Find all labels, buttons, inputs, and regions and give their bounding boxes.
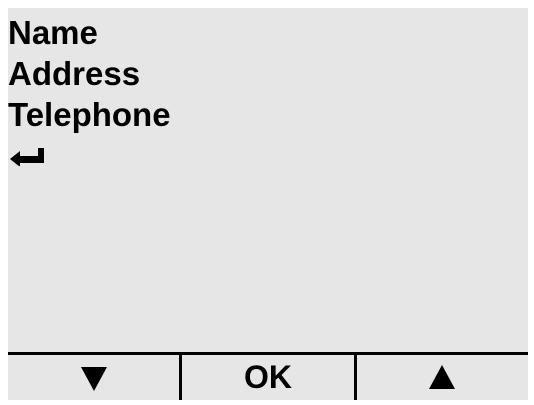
down-button[interactable] bbox=[8, 355, 179, 400]
menu-item-address[interactable]: Address bbox=[8, 53, 171, 94]
ok-button[interactable]: OK bbox=[179, 355, 353, 400]
up-triangle-icon bbox=[429, 364, 456, 389]
lcd-screen: Name Address Telephone OK bbox=[8, 8, 528, 400]
menu-list: Name Address Telephone bbox=[8, 12, 171, 135]
ok-label: OK bbox=[243, 359, 292, 395]
softkey-bar: OK bbox=[8, 352, 528, 400]
down-triangle-icon bbox=[80, 366, 107, 391]
menu-item-telephone[interactable]: Telephone bbox=[8, 94, 171, 135]
menu-item-name[interactable]: Name bbox=[8, 12, 171, 53]
return-arrow-icon[interactable] bbox=[10, 146, 44, 166]
up-button[interactable] bbox=[353, 355, 528, 400]
